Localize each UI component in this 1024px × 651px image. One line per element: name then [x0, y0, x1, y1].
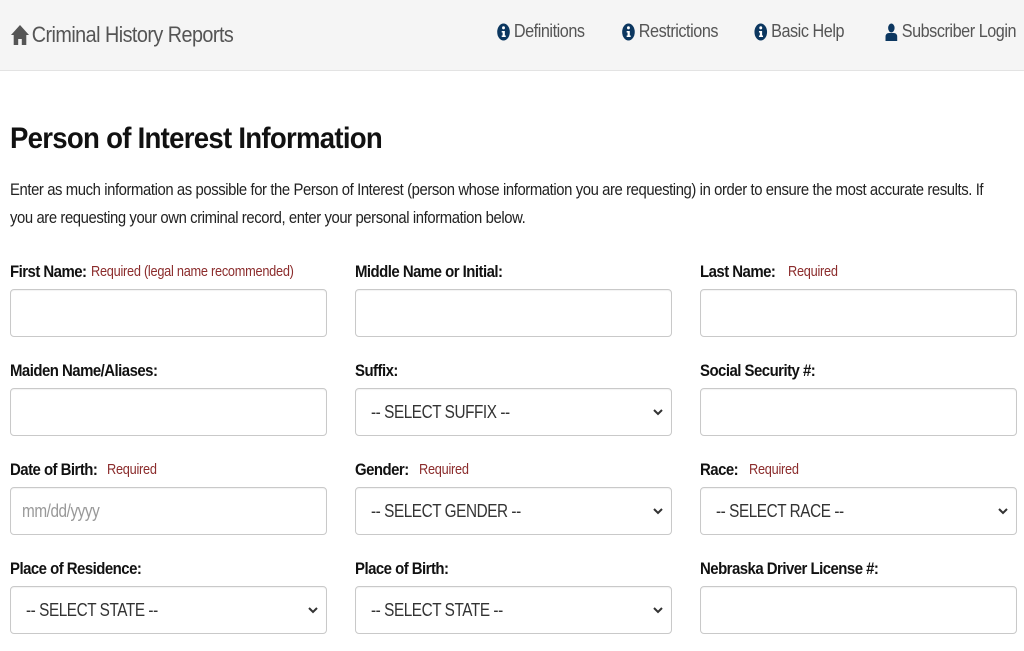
- ssn-label: Social Security #:: [700, 361, 816, 380]
- dob-placeholder: mm/dd/yyyy: [22, 501, 100, 521]
- birth-place-select[interactable]: -- SELECT STATE --: [355, 586, 672, 634]
- chevron-down-icon: [998, 508, 1008, 515]
- maiden-name-label: Maiden Name/Aliases:: [10, 361, 158, 380]
- race-select[interactable]: -- SELECT RACE --: [700, 487, 1017, 535]
- gender-field: Gender: Required -- SELECT GENDER --: [355, 453, 672, 552]
- intro-text: Enter as much information as possible fo…: [10, 181, 984, 227]
- middle-name-input[interactable]: [355, 289, 672, 337]
- dob-input[interactable]: mm/dd/yyyy: [10, 487, 327, 535]
- residence-label: Place of Residence:: [10, 559, 142, 578]
- driver-license-field: Nebraska Driver License #:: [700, 552, 1017, 651]
- maiden-name-input[interactable]: [10, 388, 327, 436]
- birth-place-label: Place of Birth:: [355, 559, 449, 578]
- last-name-required: Required: [787, 264, 838, 280]
- suffix-select[interactable]: -- SELECT SUFFIX --: [355, 388, 672, 436]
- residence-field: Place of Residence: -- SELECT STATE --: [10, 552, 327, 651]
- middle-name-field: Middle Name or Initial:: [355, 255, 672, 354]
- gender-select[interactable]: -- SELECT GENDER --: [355, 487, 672, 535]
- residence-select[interactable]: -- SELECT STATE --: [10, 586, 327, 634]
- dob-field: Date of Birth: Required mm/dd/yyyy: [10, 453, 327, 552]
- navbar: Criminal History Reports Definitions Res…: [0, 0, 1024, 71]
- info-circle-icon: [754, 23, 767, 40]
- nav-subscriber-login[interactable]: Subscriber Login: [885, 21, 1016, 42]
- driver-license-input[interactable]: [700, 586, 1017, 634]
- nav-basic-help-label: Basic Help: [770, 21, 844, 41]
- dob-label: Date of Birth:: [10, 460, 98, 479]
- race-required: Required: [749, 462, 799, 478]
- first-name-input[interactable]: [10, 289, 327, 337]
- info-circle-icon: [621, 23, 635, 40]
- chevron-down-icon: [653, 607, 663, 614]
- nav-basic-help[interactable]: Basic Help: [754, 21, 844, 42]
- first-name-label: First Name:: [10, 262, 87, 281]
- middle-name-label: Middle Name or Initial:: [355, 262, 503, 281]
- residence-selected-value: -- SELECT STATE --: [26, 600, 158, 620]
- info-circle-icon: [497, 23, 511, 40]
- race-selected-value: -- SELECT RACE --: [716, 501, 844, 521]
- chevron-down-icon: [653, 508, 663, 515]
- chevron-down-icon: [308, 607, 318, 614]
- driver-license-label: Nebraska Driver License #:: [700, 559, 879, 578]
- brand-title: Criminal History Reports: [31, 22, 234, 47]
- nav-restrictions-label: Restrictions: [638, 21, 719, 41]
- user-icon: [885, 23, 898, 41]
- first-name-field: First Name: Required (legal name recomme…: [10, 255, 327, 354]
- race-field: Race: Required -- SELECT RACE --: [700, 453, 1017, 552]
- maiden-name-field: Maiden Name/Aliases:: [10, 354, 327, 453]
- last-name-input[interactable]: [700, 289, 1017, 337]
- dob-required: Required: [107, 462, 157, 478]
- ssn-input[interactable]: [700, 388, 1017, 436]
- last-name-label: Last Name:: [700, 262, 776, 281]
- birth-place-field: Place of Birth: -- SELECT STATE --: [355, 552, 672, 651]
- nav-subscriber-login-label: Subscriber Login: [901, 21, 1017, 41]
- page-title: Person of Interest Information: [10, 122, 383, 155]
- last-name-field: Last Name: Required: [700, 255, 1017, 354]
- gender-label: Gender:: [355, 460, 409, 479]
- ssn-field: Social Security #:: [700, 354, 1017, 453]
- nav-definitions[interactable]: Definitions: [497, 21, 585, 42]
- gender-required: Required: [418, 462, 469, 478]
- nav-restrictions[interactable]: Restrictions: [621, 21, 719, 42]
- suffix-selected-value: -- SELECT SUFFIX --: [371, 402, 510, 422]
- home-icon: [11, 25, 29, 45]
- chevron-down-icon: [653, 409, 663, 416]
- birth-place-selected-value: -- SELECT STATE --: [371, 600, 503, 620]
- suffix-field: Suffix: -- SELECT SUFFIX --: [355, 354, 672, 453]
- person-form: First Name: Required (legal name recomme…: [10, 255, 1018, 651]
- gender-selected-value: -- SELECT GENDER --: [371, 501, 521, 521]
- suffix-label: Suffix:: [355, 361, 398, 380]
- race-label: Race:: [700, 460, 739, 479]
- brand-link[interactable]: Criminal History Reports: [11, 22, 234, 48]
- nav-definitions-label: Definitions: [514, 21, 585, 41]
- first-name-required: Required (legal name recommended): [90, 264, 294, 280]
